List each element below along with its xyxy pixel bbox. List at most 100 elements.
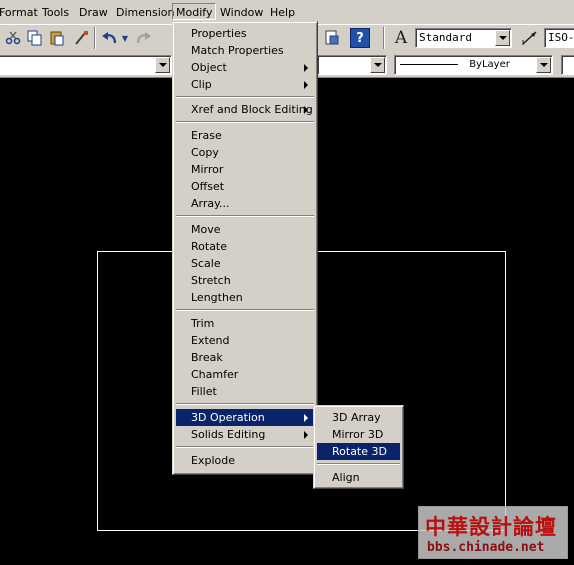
menu-item-label: Lengthen — [191, 291, 243, 304]
chevron-down-icon[interactable] — [536, 57, 551, 73]
menu-item-3d-array[interactable]: 3D Array — [317, 409, 400, 426]
menu-item-label: Explode — [191, 454, 235, 467]
menu-item-fillet[interactable]: Fillet — [176, 383, 314, 400]
menu-item-label: Clip — [191, 78, 212, 91]
menu-item-label: Break — [191, 351, 223, 364]
watermark: 中華設計論壇 bbs.chinade.net — [418, 506, 568, 559]
menu-item-properties[interactable]: Properties — [176, 25, 314, 42]
design-center-icon[interactable] — [321, 27, 343, 49]
modify-menu: Properties Match Properties Object Clip … — [172, 21, 318, 475]
menu-item-chamfer[interactable]: Chamfer — [176, 366, 314, 383]
menu-item-stretch[interactable]: Stretch — [176, 272, 314, 289]
menu-modify[interactable]: Modify — [172, 3, 217, 20]
menu-item-label: Copy — [191, 146, 219, 159]
menu-item-label: Match Properties — [191, 44, 284, 57]
submenu-arrow-icon — [304, 106, 308, 114]
menu-item-label: Mirror — [191, 163, 224, 176]
menu-item-rotate[interactable]: Rotate — [176, 238, 314, 255]
linetype-value: ByLayer — [469, 59, 510, 70]
help-icon[interactable]: ? — [350, 28, 370, 48]
lineweight-select[interactable] — [561, 55, 574, 75]
color-select[interactable] — [317, 55, 387, 75]
linetype-preview — [400, 63, 458, 65]
3d-operation-submenu: 3D Array Mirror 3D Rotate 3D Align — [313, 405, 404, 489]
watermark-url: bbs.chinade.net — [427, 540, 545, 555]
menu-item-label: 3D Array — [332, 411, 381, 424]
menu-item-xref-block-editing[interactable]: Xref and Block Editing — [176, 101, 314, 118]
menu-item-trim[interactable]: Trim — [176, 315, 314, 332]
toolbar-separator — [94, 27, 96, 49]
menu-item-3d-operation[interactable]: 3D Operation — [176, 409, 314, 426]
submenu-arrow-icon — [304, 414, 308, 422]
menu-item-scale[interactable]: Scale — [176, 255, 314, 272]
menu-item-erase[interactable]: Erase — [176, 127, 314, 144]
menu-item-label: Solids Editing — [191, 428, 266, 441]
submenu-arrow-icon — [304, 81, 308, 89]
match-properties-icon[interactable] — [70, 27, 92, 49]
menu-separator — [176, 215, 314, 217]
dimension-style-icon[interactable] — [519, 27, 541, 49]
linetype-select[interactable]: ByLayer — [394, 55, 553, 75]
menu-item-label: Object — [191, 61, 227, 74]
menu-item-label: Properties — [191, 27, 247, 40]
menu-item-label: 3D Operation — [191, 411, 265, 424]
menu-item-lengthen[interactable]: Lengthen — [176, 289, 314, 306]
menu-item-label: Fillet — [191, 385, 217, 398]
menu-item-label: Xref and Block Editing — [191, 103, 313, 116]
text-style-icon[interactable]: A — [390, 27, 412, 49]
layer-select[interactable] — [0, 55, 172, 75]
menu-item-mirror[interactable]: Mirror — [176, 161, 314, 178]
menu-item-label: Move — [191, 223, 221, 236]
chevron-down-icon[interactable] — [155, 57, 170, 73]
dim-style-select[interactable]: ISO-2 — [544, 28, 574, 48]
menu-item-align[interactable]: Align — [317, 469, 400, 486]
menu-separator — [176, 96, 314, 98]
menu-separator — [176, 403, 314, 405]
menu-item-label: Offset — [191, 180, 225, 193]
menu-tools[interactable]: Tools — [39, 4, 72, 21]
watermark-title: 中華設計論壇 — [425, 515, 557, 539]
menu-dimension[interactable]: Dimension — [113, 4, 177, 21]
paste-icon[interactable] — [46, 27, 68, 49]
menu-item-clip[interactable]: Clip — [176, 76, 314, 93]
menu-item-copy[interactable]: Copy — [176, 144, 314, 161]
undo-dropdown-icon[interactable]: ▼ — [120, 27, 130, 49]
copy-icon[interactable] — [24, 27, 46, 49]
menu-item-label: Chamfer — [191, 368, 239, 381]
submenu-arrow-icon — [304, 431, 308, 439]
menu-item-label: Scale — [191, 257, 221, 270]
menu-window[interactable]: Window — [217, 4, 266, 21]
menu-item-solids-editing[interactable]: Solids Editing — [176, 426, 314, 443]
redo-icon[interactable] — [132, 27, 154, 49]
menu-item-match-properties[interactable]: Match Properties — [176, 42, 314, 59]
menu-item-break[interactable]: Break — [176, 349, 314, 366]
menu-item-label: Trim — [191, 317, 215, 330]
menu-draw[interactable]: Draw — [76, 4, 111, 21]
menu-item-label: Align — [332, 471, 360, 484]
menu-item-extend[interactable]: Extend — [176, 332, 314, 349]
menu-item-explode[interactable]: Explode — [176, 452, 314, 469]
menu-separator — [317, 463, 400, 465]
menu-item-label: Erase — [191, 129, 222, 142]
chevron-down-icon[interactable] — [495, 30, 510, 46]
menu-help[interactable]: Help — [267, 4, 298, 21]
cut-icon[interactable] — [2, 27, 24, 49]
menu-item-label: Array... — [191, 197, 230, 210]
menu-item-label: Rotate — [191, 240, 228, 253]
chevron-down-icon[interactable] — [370, 57, 385, 73]
dim-style-value: ISO-2 — [548, 31, 574, 44]
submenu-arrow-icon — [304, 64, 308, 72]
menu-item-label: Stretch — [191, 274, 231, 287]
menu-separator — [176, 446, 314, 448]
menu-item-rotate-3d[interactable]: Rotate 3D — [317, 443, 400, 460]
menu-separator — [176, 121, 314, 123]
toolbar-separator — [383, 27, 385, 49]
menu-item-offset[interactable]: Offset — [176, 178, 314, 195]
menu-item-move[interactable]: Move — [176, 221, 314, 238]
undo-icon[interactable] — [99, 27, 121, 49]
text-style-select[interactable]: Standard — [415, 28, 512, 48]
menu-format[interactable]: Format — [0, 4, 41, 21]
menu-item-object[interactable]: Object — [176, 59, 314, 76]
menu-item-mirror-3d[interactable]: Mirror 3D — [317, 426, 400, 443]
menu-item-array[interactable]: Array... — [176, 195, 314, 212]
